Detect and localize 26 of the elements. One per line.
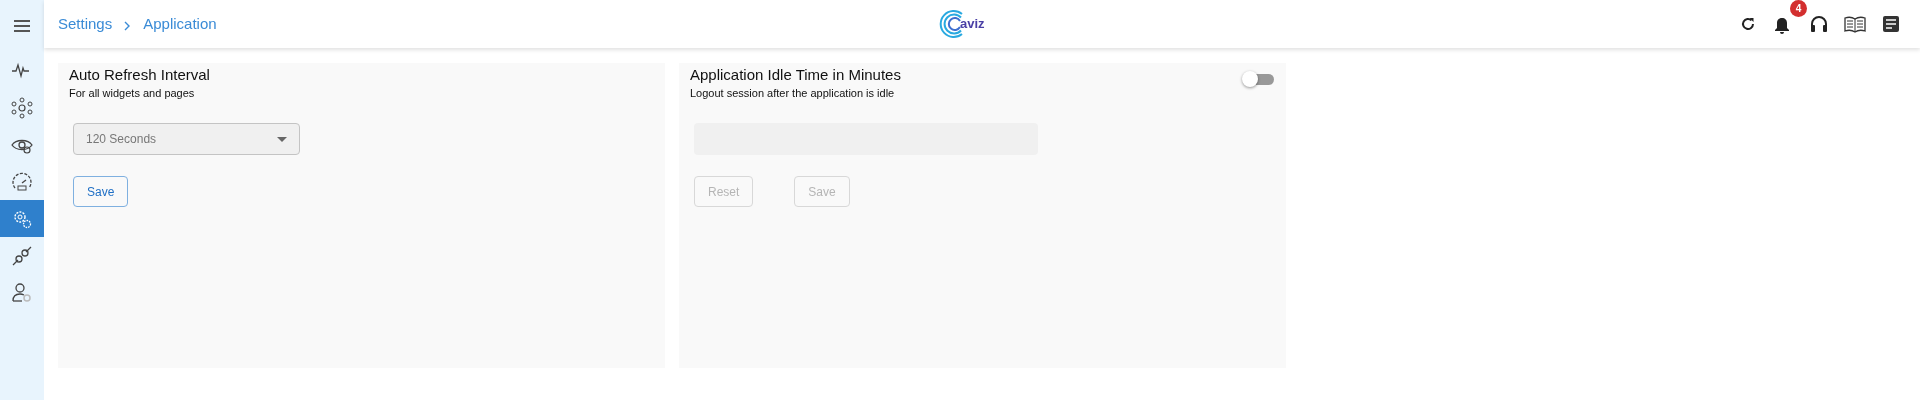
toggle-switch[interactable] — [1242, 71, 1276, 87]
plug-icon — [11, 244, 33, 267]
bell-icon — [1774, 17, 1790, 35]
notes-button[interactable] — [1882, 15, 1900, 33]
book-icon — [1844, 15, 1866, 33]
chevron-icon — [124, 20, 132, 31]
logo-text: aviz — [960, 15, 985, 34]
button[interactable]: Save — [73, 176, 129, 207]
headphones-icon — [1810, 15, 1828, 33]
card-title: Application Idle Time in Minutes — [690, 65, 901, 85]
refresh-icon — [1740, 16, 1756, 32]
menu-icon — [13, 19, 31, 33]
document-icon — [1882, 15, 1900, 33]
gauge-icon — [11, 170, 33, 193]
notification-count: 4 — [1790, 0, 1807, 17]
user-icon — [11, 281, 33, 304]
breadcrumb-link[interactable]: Settings — [58, 12, 113, 36]
breadcrumb-link[interactable]: Application — [143, 12, 217, 36]
support-button[interactable] — [1810, 15, 1828, 33]
network-icon — [11, 96, 33, 119]
card-title: Auto Refresh Interval — [69, 65, 210, 85]
card-subtitle: Logout session after the application is idle — [690, 86, 896, 101]
docs-button[interactable] — [1844, 15, 1866, 33]
caret-icon — [277, 136, 287, 142]
notifications-button[interactable] — [1774, 17, 1790, 35]
card-subtitle: For all widgets and pages — [69, 86, 196, 101]
